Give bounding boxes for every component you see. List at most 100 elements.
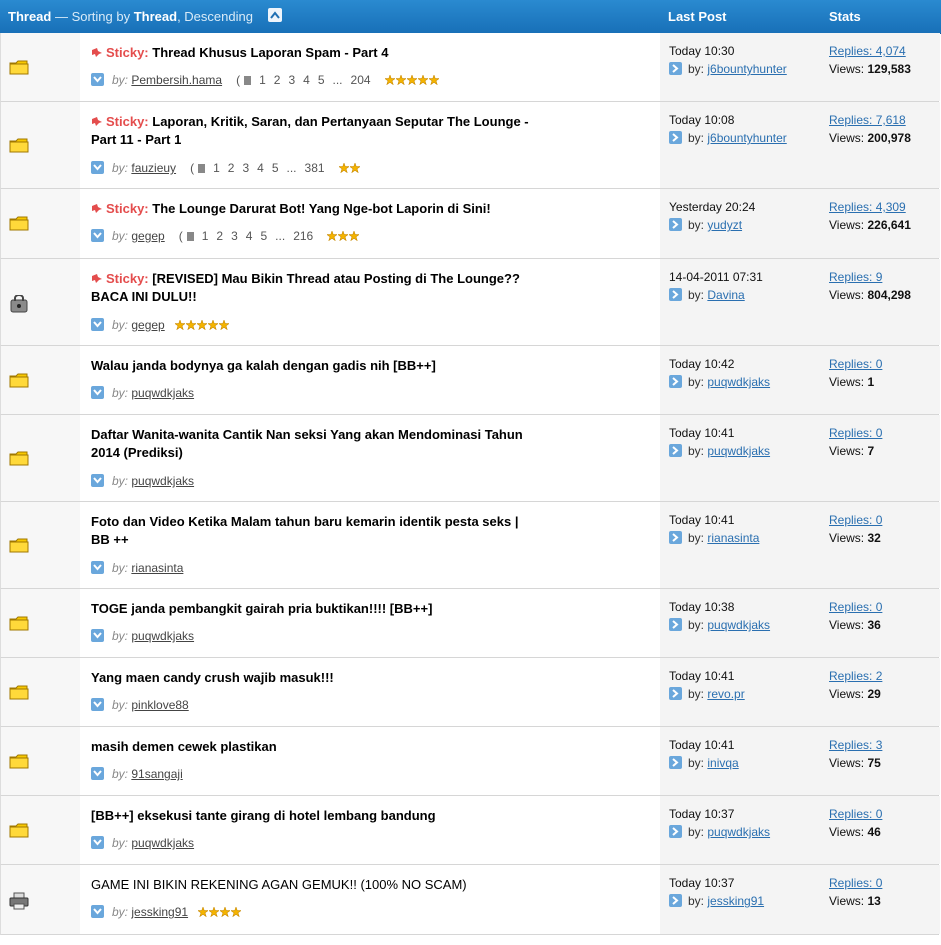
thread-menu-button[interactable] <box>91 161 104 174</box>
page-link[interactable]: 3 <box>288 73 295 87</box>
go-to-last-post-button[interactable] <box>669 131 682 144</box>
author-link[interactable]: puqwdkjaks <box>131 629 194 643</box>
thread-menu-button[interactable] <box>91 905 104 918</box>
go-to-last-post-button[interactable] <box>669 894 682 907</box>
page-link[interactable]: 2 <box>274 73 281 87</box>
thread-row[interactable]: Foto dan Video Ketika Malam tahun baru k… <box>0 502 940 589</box>
replies-link[interactable]: Replies: 3 <box>829 738 882 752</box>
replies-link[interactable]: Replies: 4,074 <box>829 44 906 58</box>
replies-link[interactable]: Replies: 0 <box>829 357 882 371</box>
go-to-last-post-button[interactable] <box>669 62 682 75</box>
replies-link[interactable]: Replies: 0 <box>829 600 882 614</box>
go-to-last-post-button[interactable] <box>669 375 682 388</box>
replies-link[interactable]: Replies: 2 <box>829 669 882 683</box>
thread-title-link[interactable]: Foto dan Video Ketika Malam tahun baru k… <box>91 514 518 547</box>
page-link[interactable]: 3 <box>242 161 249 175</box>
thread-title-link[interactable]: GAME INI BIKIN REKENING AGAN GEMUK!! (10… <box>91 877 467 892</box>
last-post-user-link[interactable]: rianasinta <box>707 531 759 545</box>
page-link[interactable]: 4 <box>303 73 310 87</box>
go-to-last-post-button[interactable] <box>669 288 682 301</box>
author-link[interactable]: gegep <box>131 229 164 243</box>
go-to-last-post-button[interactable] <box>669 444 682 457</box>
replies-link[interactable]: Replies: 0 <box>829 876 882 890</box>
author-link[interactable]: 91sangaji <box>131 767 182 781</box>
page-link[interactable]: 5 <box>260 229 267 243</box>
last-post-user-link[interactable]: puqwdkjaks <box>707 825 770 839</box>
page-link[interactable]: 2 <box>228 161 235 175</box>
thread-row[interactable]: [BB++] eksekusi tante girang di hotel le… <box>0 796 940 865</box>
page-link[interactable]: 3 <box>231 229 238 243</box>
thread-menu-button[interactable] <box>91 73 104 86</box>
page-link[interactable]: 204 <box>351 73 371 87</box>
last-post-user-link[interactable]: puqwdkjaks <box>707 618 770 632</box>
page-link[interactable]: ... <box>287 161 297 175</box>
thread-title-link[interactable]: TOGE janda pembangkit gairah pria buktik… <box>91 601 432 616</box>
author-link[interactable]: puqwdkjaks <box>131 386 194 400</box>
author-link[interactable]: Pembersih.hama <box>131 73 222 87</box>
last-post-user-link[interactable]: puqwdkjaks <box>707 375 770 389</box>
go-to-last-post-button[interactable] <box>669 687 682 700</box>
sort-toggle-button[interactable] <box>268 8 282 22</box>
go-to-last-post-button[interactable] <box>669 218 682 231</box>
page-link[interactable]: 2 <box>216 229 223 243</box>
replies-link[interactable]: Replies: 4,309 <box>829 200 906 214</box>
page-link[interactable]: 1 <box>213 161 220 175</box>
last-post-user-link[interactable]: yudyzt <box>707 218 742 232</box>
author-link[interactable]: jessking91 <box>131 905 188 919</box>
author-link[interactable]: puqwdkjaks <box>131 836 194 850</box>
go-to-last-post-button[interactable] <box>669 531 682 544</box>
page-link[interactable]: 1 <box>259 73 266 87</box>
thread-menu-button[interactable] <box>91 698 104 711</box>
replies-link[interactable]: Replies: 0 <box>829 807 882 821</box>
thread-title-link[interactable]: Walau janda bodynya ga kalah dengan gadi… <box>91 358 436 373</box>
thread-row[interactable]: masih demen cewek plastikan by: 91sangaji… <box>0 727 940 796</box>
thread-title-link[interactable]: masih demen cewek plastikan <box>91 739 277 754</box>
thread-title-link[interactable]: Daftar Wanita-wanita Cantik Nan seksi Ya… <box>91 427 523 460</box>
thread-title-link[interactable]: [BB++] eksekusi tante girang di hotel le… <box>91 808 436 823</box>
thread-row[interactable]: Sticky: Thread Khusus Laporan Spam - Par… <box>0 33 940 102</box>
thread-menu-button[interactable] <box>91 474 104 487</box>
last-post-user-link[interactable]: Davina <box>707 288 744 302</box>
last-post-user-link[interactable]: revo.pr <box>707 687 744 701</box>
page-link[interactable]: 1 <box>202 229 209 243</box>
thread-row[interactable]: Daftar Wanita-wanita Cantik Nan seksi Ya… <box>0 415 940 502</box>
author-link[interactable]: puqwdkjaks <box>131 474 194 488</box>
thread-row[interactable]: GAME INI BIKIN REKENING AGAN GEMUK!! (10… <box>0 865 940 935</box>
page-link[interactable]: 5 <box>318 73 325 87</box>
thread-menu-button[interactable] <box>91 318 104 331</box>
replies-link[interactable]: Replies: 0 <box>829 513 882 527</box>
thread-menu-button[interactable] <box>91 836 104 849</box>
page-link[interactable]: ... <box>275 229 285 243</box>
page-link[interactable]: ... <box>333 73 343 87</box>
page-link[interactable]: 381 <box>305 161 325 175</box>
thread-menu-button[interactable] <box>91 229 104 242</box>
last-post-user-link[interactable]: puqwdkjaks <box>707 444 770 458</box>
page-link[interactable]: 5 <box>272 161 279 175</box>
page-link[interactable]: 216 <box>293 229 313 243</box>
go-to-last-post-button[interactable] <box>669 618 682 631</box>
thread-menu-button[interactable] <box>91 629 104 642</box>
author-link[interactable]: fauzieuy <box>131 161 176 175</box>
thread-menu-button[interactable] <box>91 767 104 780</box>
thread-row[interactable]: Walau janda bodynya ga kalah dengan gadi… <box>0 346 940 415</box>
thread-title-link[interactable]: [REVISED] Mau Bikin Thread atau Posting … <box>91 271 520 304</box>
go-to-last-post-button[interactable] <box>669 756 682 769</box>
thread-title-link[interactable]: The Lounge Darurat Bot! Yang Nge-bot Lap… <box>152 201 490 216</box>
go-to-last-post-button[interactable] <box>669 825 682 838</box>
replies-link[interactable]: Replies: 7,618 <box>829 113 906 127</box>
last-post-user-link[interactable]: inivqa <box>707 756 738 770</box>
last-post-user-link[interactable]: jessking91 <box>707 894 764 908</box>
page-link[interactable]: 4 <box>246 229 253 243</box>
author-link[interactable]: pinklove88 <box>131 698 188 712</box>
thread-row[interactable]: Sticky: The Lounge Darurat Bot! Yang Nge… <box>0 189 940 259</box>
thread-row[interactable]: TOGE janda pembangkit gairah pria buktik… <box>0 589 940 658</box>
thread-title-link[interactable]: Thread Khusus Laporan Spam - Part 4 <box>152 45 388 60</box>
thread-row[interactable]: Sticky: [REVISED] Mau Bikin Thread atau … <box>0 259 940 346</box>
replies-link[interactable]: Replies: 0 <box>829 426 882 440</box>
thread-menu-button[interactable] <box>91 386 104 399</box>
thread-title-link[interactable]: Yang maen candy crush wajib masuk!!! <box>91 670 334 685</box>
thread-row[interactable]: Yang maen candy crush wajib masuk!!! by: … <box>0 658 940 727</box>
page-link[interactable]: 4 <box>257 161 264 175</box>
author-link[interactable]: gegep <box>131 318 164 332</box>
thread-menu-button[interactable] <box>91 561 104 574</box>
